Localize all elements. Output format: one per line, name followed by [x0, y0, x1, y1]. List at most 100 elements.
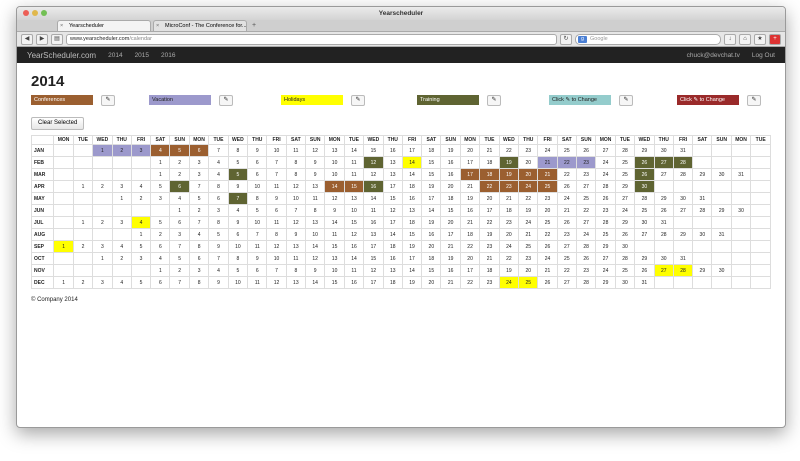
addon-icon[interactable]: + — [769, 33, 781, 45]
day-cell[interactable]: 10 — [227, 240, 249, 253]
day-cell[interactable]: 3 — [188, 264, 210, 277]
day-cell[interactable]: 9 — [304, 168, 326, 181]
edit-pencil-icon[interactable]: ✎ — [351, 94, 365, 106]
day-cell[interactable]: 1 — [111, 192, 132, 205]
day-cell[interactable]: 31 — [653, 216, 674, 229]
day-cell[interactable]: 26 — [634, 168, 655, 181]
day-cell[interactable]: 18 — [440, 192, 461, 205]
day-cell[interactable]: 12 — [343, 228, 365, 241]
day-cell[interactable]: 25 — [537, 216, 558, 229]
close-tab-icon[interactable]: × — [60, 21, 63, 31]
day-cell[interactable]: 11 — [343, 168, 365, 181]
day-cell[interactable]: 17 — [401, 252, 423, 265]
day-cell[interactable]: 18 — [479, 156, 500, 169]
tab-yearscheduler[interactable]: × Yearscheduler — [57, 20, 151, 31]
day-cell[interactable]: 17 — [363, 240, 384, 253]
day-cell[interactable]: 4 — [208, 264, 229, 277]
day-cell[interactable]: 1 — [72, 180, 94, 193]
day-cell[interactable]: 26 — [537, 240, 558, 253]
day-cell[interactable]: 11 — [285, 144, 306, 157]
day-cell[interactable]: 19 — [440, 144, 461, 157]
day-cell[interactable]: 2 — [169, 264, 190, 277]
day-cell[interactable]: 14 — [382, 228, 403, 241]
day-cell[interactable]: 7 — [169, 240, 190, 253]
day-cell[interactable]: 30 — [711, 168, 732, 181]
day-cell[interactable]: 23 — [537, 192, 558, 205]
day-cell[interactable]: 15 — [421, 168, 442, 181]
day-cell[interactable]: 31 — [692, 192, 713, 205]
day-cell[interactable]: 11 — [324, 228, 345, 241]
day-cell[interactable]: 21 — [479, 252, 500, 265]
day-cell[interactable]: 7 — [208, 252, 229, 265]
day-cell[interactable]: 24 — [595, 156, 616, 169]
day-cell[interactable]: 29 — [692, 264, 713, 277]
forward-button[interactable]: ▶ — [36, 33, 48, 45]
day-cell[interactable]: 26 — [595, 192, 616, 205]
day-cell[interactable]: 20 — [459, 252, 481, 265]
day-cell[interactable]: 2 — [72, 276, 94, 289]
day-cell[interactable]: 30 — [692, 228, 713, 241]
day-cell[interactable]: 7 — [266, 168, 287, 181]
day-cell[interactable]: 30 — [730, 204, 752, 217]
day-cell[interactable]: 20 — [518, 264, 539, 277]
day-cell[interactable]: 23 — [575, 156, 597, 169]
day-cell[interactable]: 7 — [188, 216, 210, 229]
day-cell[interactable]: 14 — [304, 276, 326, 289]
day-cell[interactable]: 8 — [227, 144, 249, 157]
day-cell[interactable]: 10 — [324, 168, 345, 181]
day-cell[interactable]: 14 — [324, 180, 345, 193]
day-cell[interactable]: 5 — [169, 252, 190, 265]
day-cell[interactable]: 30 — [614, 276, 636, 289]
day-cell[interactable]: 17 — [401, 144, 423, 157]
day-cell[interactable]: 5 — [188, 192, 210, 205]
day-cell[interactable]: 4 — [188, 228, 210, 241]
day-cell[interactable]: 26 — [634, 156, 655, 169]
day-cell[interactable]: 16 — [421, 228, 442, 241]
day-cell[interactable]: 3 — [208, 204, 229, 217]
day-cell[interactable]: 19 — [518, 204, 539, 217]
day-cell[interactable]: 9 — [247, 144, 268, 157]
day-cell[interactable]: 18 — [479, 168, 500, 181]
day-cell[interactable]: 6 — [247, 264, 268, 277]
day-cell[interactable]: 21 — [459, 180, 481, 193]
day-cell[interactable]: 29 — [634, 252, 655, 265]
day-cell[interactable]: 2 — [169, 156, 190, 169]
day-cell[interactable]: 19 — [498, 168, 520, 181]
day-cell[interactable]: 23 — [575, 168, 597, 181]
day-cell[interactable]: 8 — [304, 204, 326, 217]
day-cell[interactable]: 9 — [266, 192, 287, 205]
day-cell[interactable]: 5 — [227, 168, 249, 181]
day-cell[interactable]: 24 — [595, 168, 616, 181]
day-cell[interactable]: 26 — [575, 144, 597, 157]
day-cell[interactable]: 23 — [498, 216, 520, 229]
day-cell[interactable]: 3 — [169, 228, 190, 241]
day-cell[interactable]: 26 — [653, 204, 674, 217]
day-cell[interactable]: 16 — [363, 216, 384, 229]
day-cell[interactable]: 30 — [672, 192, 694, 205]
edit-pencil-icon[interactable]: ✎ — [487, 94, 501, 106]
new-tab-button[interactable]: + — [249, 21, 259, 31]
day-cell[interactable]: 17 — [459, 264, 481, 277]
day-cell[interactable]: 27 — [595, 252, 616, 265]
day-cell[interactable]: 9 — [208, 240, 229, 253]
day-cell[interactable]: 8 — [266, 228, 287, 241]
day-cell[interactable]: 11 — [363, 204, 384, 217]
day-cell[interactable]: 3 — [188, 156, 210, 169]
day-cell[interactable]: 24 — [537, 144, 558, 157]
day-cell[interactable]: 17 — [479, 204, 500, 217]
home-icon[interactable]: ⌂ — [739, 33, 751, 45]
day-cell[interactable]: 16 — [440, 156, 461, 169]
day-cell[interactable]: 8 — [285, 168, 306, 181]
day-cell[interactable]: 16 — [382, 252, 403, 265]
day-cell[interactable]: 27 — [556, 276, 577, 289]
day-cell[interactable]: 8 — [208, 216, 229, 229]
day-cell[interactable]: 23 — [479, 276, 500, 289]
day-cell[interactable]: 14 — [401, 156, 423, 169]
day-cell[interactable]: 24 — [575, 228, 597, 241]
day-cell[interactable]: 21 — [537, 168, 558, 181]
day-cell[interactable]: 15 — [363, 144, 384, 157]
day-cell[interactable]: 13 — [304, 180, 326, 193]
day-cell[interactable]: 5 — [169, 144, 190, 157]
day-cell[interactable]: 20 — [440, 180, 461, 193]
day-cell[interactable]: 2 — [111, 252, 132, 265]
